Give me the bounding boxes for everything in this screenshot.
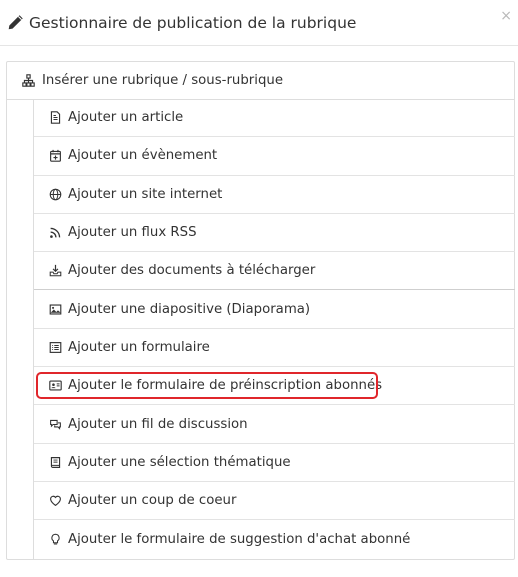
insert-section-item[interactable]: Insérer une rubrique / sous-rubrique bbox=[7, 62, 514, 100]
rss-icon bbox=[47, 225, 63, 241]
globe-icon bbox=[47, 186, 63, 202]
download-icon bbox=[47, 263, 63, 279]
comments-icon bbox=[47, 416, 63, 432]
item-label: Ajouter une diapositive (Diaporama) bbox=[68, 301, 311, 317]
add-thematic-selection-item[interactable]: Ajouter une sélection thématique bbox=[34, 444, 515, 482]
document-icon bbox=[47, 110, 63, 126]
add-form-item[interactable]: Ajouter un formulaire bbox=[34, 329, 515, 368]
publication-manager-modal: Gestionnaire de publication de la rubriq… bbox=[0, 0, 518, 577]
item-label: Ajouter un site internet bbox=[68, 186, 223, 202]
heart-icon bbox=[47, 493, 63, 509]
item-label: Ajouter un évènement bbox=[68, 148, 218, 164]
add-website-item[interactable]: Ajouter un site internet bbox=[34, 176, 515, 214]
item-label: Ajouter un flux RSS bbox=[68, 225, 197, 241]
item-label: Ajouter le formulaire de préinscription … bbox=[68, 378, 383, 394]
add-favorite-item[interactable]: Ajouter un coup de coeur bbox=[34, 482, 515, 521]
close-button[interactable]: × bbox=[500, 8, 512, 24]
item-label: Ajouter un article bbox=[68, 110, 184, 126]
pencil-icon bbox=[7, 14, 25, 32]
list-form-icon bbox=[47, 339, 63, 355]
add-preregistration-form-item[interactable]: Ajouter le formulaire de préinscription … bbox=[34, 367, 515, 406]
item-label: Ajouter un formulaire bbox=[68, 339, 210, 355]
item-label: Ajouter des documents à télécharger bbox=[68, 263, 316, 279]
add-downloads-item[interactable]: Ajouter des documents à télécharger bbox=[34, 252, 515, 291]
item-label: Ajouter une sélection thématique bbox=[68, 454, 291, 470]
id-card-icon bbox=[47, 378, 63, 394]
add-article-item[interactable]: Ajouter un article bbox=[34, 99, 515, 138]
add-slide-item[interactable]: Ajouter une diapositive (Diaporama) bbox=[34, 290, 515, 329]
publication-panel: Insérer une rubrique / sous-rubrique Ajo… bbox=[6, 61, 515, 560]
image-icon bbox=[47, 301, 63, 317]
sitemap-icon bbox=[20, 73, 36, 89]
add-content-list: Ajouter un article Ajouter un évènement … bbox=[33, 99, 515, 559]
item-label: Ajouter un fil de discussion bbox=[68, 416, 248, 432]
item-label: Ajouter le formulaire de suggestion d'ac… bbox=[68, 531, 411, 547]
book-icon bbox=[47, 454, 63, 470]
add-purchase-suggestion-item[interactable]: Ajouter le formulaire de suggestion d'ac… bbox=[34, 520, 515, 558]
calendar-plus-icon bbox=[47, 148, 63, 164]
modal-header: Gestionnaire de publication de la rubriq… bbox=[0, 0, 518, 46]
add-event-item[interactable]: Ajouter un évènement bbox=[34, 137, 515, 176]
modal-title: Gestionnaire de publication de la rubriq… bbox=[29, 13, 357, 32]
insert-section-label: Insérer une rubrique / sous-rubrique bbox=[42, 73, 284, 88]
lightbulb-icon bbox=[47, 531, 63, 547]
add-discussion-item[interactable]: Ajouter un fil de discussion bbox=[34, 405, 515, 444]
item-label: Ajouter un coup de coeur bbox=[68, 493, 237, 509]
add-rss-feed-item[interactable]: Ajouter un flux RSS bbox=[34, 214, 515, 253]
